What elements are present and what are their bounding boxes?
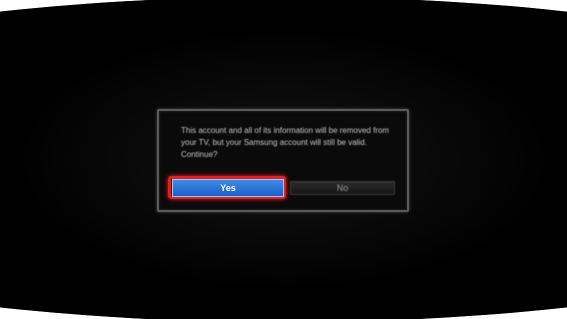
- no-button[interactable]: No: [290, 181, 395, 195]
- dialog-message: This account and all of its information …: [181, 126, 390, 159]
- confirmation-dialog: This account and all of its information …: [157, 109, 409, 212]
- tv-screen: This account and all of its information …: [0, 0, 567, 319]
- yes-button[interactable]: Yes: [172, 179, 284, 197]
